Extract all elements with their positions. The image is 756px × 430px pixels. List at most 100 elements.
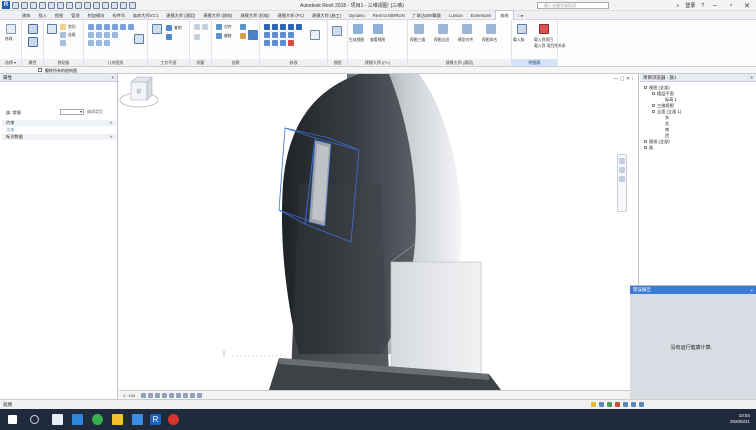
ribbon-tab[interactable]: 修改 bbox=[495, 10, 514, 20]
ribbon-tab[interactable]: 族库大师V3.1 bbox=[129, 11, 162, 20]
message-panel-close-icon[interactable]: × bbox=[750, 288, 753, 293]
user-login[interactable]: 登录 bbox=[685, 2, 695, 9]
select-links-icon[interactable] bbox=[607, 402, 612, 407]
view-icon[interactable] bbox=[332, 26, 342, 36]
props-row-host[interactable]: 主体 bbox=[2, 127, 116, 133]
expand-toggle-icon[interactable] bbox=[652, 104, 655, 108]
options-checkbox[interactable] bbox=[38, 68, 42, 72]
ribbon-tab[interactable]: 建模大师 (通用) bbox=[162, 11, 199, 20]
array-icon[interactable] bbox=[288, 32, 294, 38]
steering-wheel-icon[interactable] bbox=[619, 158, 625, 164]
props-row-constraints[interactable]: 约束 » bbox=[2, 120, 116, 126]
open-icon[interactable] bbox=[12, 1, 19, 9]
sun-path-icon[interactable] bbox=[155, 392, 161, 398]
attach-icon[interactable] bbox=[96, 32, 102, 38]
ribbon-tab[interactable]: 建模大师 (建筑) bbox=[199, 11, 236, 20]
lock-3d-icon[interactable] bbox=[183, 392, 189, 398]
unpin-icon[interactable] bbox=[272, 40, 278, 46]
expand-toggle-icon[interactable] bbox=[652, 92, 655, 96]
view-3d-icon[interactable] bbox=[414, 24, 424, 34]
ribbon-tab[interactable]: Lumion bbox=[445, 11, 467, 20]
properties-close-icon[interactable]: × bbox=[111, 75, 114, 80]
task-view-icon[interactable] bbox=[52, 414, 63, 425]
show-workplane-icon[interactable] bbox=[166, 25, 172, 31]
props-row-toggle[interactable]: » bbox=[110, 120, 112, 126]
browser-tree-item[interactable]: 立面 (立面 1) bbox=[652, 109, 681, 114]
ribbon-tab[interactable]: Extensions bbox=[467, 11, 495, 20]
align-icon[interactable] bbox=[264, 24, 270, 30]
dimension-icon[interactable] bbox=[202, 24, 208, 30]
ribbon-tab[interactable]: Revit to BIMRUN bbox=[369, 11, 409, 20]
cut-icon[interactable] bbox=[60, 24, 66, 30]
minimize-button[interactable]: – bbox=[710, 2, 720, 9]
3d-view-icon[interactable] bbox=[84, 1, 91, 9]
angle-icon[interactable] bbox=[194, 34, 200, 40]
view-scale[interactable]: 1 : 100 bbox=[123, 393, 135, 398]
ribbon-tab[interactable]: □ ▸ bbox=[514, 11, 528, 20]
close-button[interactable]: ✕ bbox=[742, 2, 752, 10]
modify-tool-icon[interactable] bbox=[6, 24, 16, 34]
model-align-icon[interactable] bbox=[462, 24, 472, 34]
print-icon[interactable] bbox=[48, 1, 55, 9]
support-front[interactable] bbox=[291, 184, 389, 374]
demolish-icon[interactable] bbox=[88, 32, 94, 38]
props-row-toggle[interactable]: » bbox=[110, 134, 112, 140]
browser-tree-item[interactable]: 视图 (全部) bbox=[644, 85, 670, 90]
viewcube-icon[interactable]: 前 bbox=[119, 74, 159, 110]
browser-tree-item[interactable]: 北 bbox=[660, 121, 669, 126]
wall-joins-icon[interactable] bbox=[128, 24, 134, 30]
viewport-controls[interactable]: — ▢ ✕ ↓ bbox=[613, 76, 634, 82]
shadows-icon[interactable] bbox=[162, 392, 168, 398]
create-similar-icon[interactable] bbox=[310, 30, 320, 40]
copy-element-icon[interactable] bbox=[264, 32, 270, 38]
expand-toggle-icon[interactable] bbox=[652, 110, 655, 114]
browser-tree-item[interactable]: 西 bbox=[660, 133, 669, 138]
join-geometry-icon[interactable] bbox=[104, 24, 110, 30]
browser-tree-item[interactable]: 族 bbox=[644, 145, 653, 150]
detail-level-icon[interactable] bbox=[141, 392, 147, 398]
scale-icon[interactable] bbox=[264, 40, 270, 46]
explorer-app-icon[interactable] bbox=[112, 414, 123, 425]
rotate-element-icon[interactable] bbox=[272, 32, 278, 38]
visual-style-icon[interactable] bbox=[148, 392, 154, 398]
select-by-face-icon[interactable] bbox=[623, 402, 628, 407]
expand-toggle-icon[interactable] bbox=[644, 146, 647, 150]
view-filter-icon[interactable] bbox=[438, 24, 448, 34]
ribbon-tab[interactable]: 视图 bbox=[51, 11, 67, 20]
trim-icon[interactable] bbox=[96, 40, 102, 46]
offset-icon[interactable] bbox=[272, 24, 278, 30]
redo-icon[interactable] bbox=[39, 1, 46, 9]
section-icon[interactable] bbox=[93, 1, 100, 9]
cut-geometry-icon[interactable] bbox=[96, 24, 102, 30]
chrome-app-icon[interactable] bbox=[92, 414, 103, 425]
thin-lines-icon[interactable] bbox=[102, 1, 109, 9]
show-crop-icon[interactable] bbox=[176, 392, 182, 398]
pin-icon[interactable] bbox=[280, 40, 286, 46]
ribbon-tab[interactable]: 管理 bbox=[67, 11, 83, 20]
worksets-icon[interactable] bbox=[591, 402, 596, 407]
group-icon[interactable] bbox=[216, 24, 222, 30]
paste-icon[interactable] bbox=[47, 24, 57, 34]
move-icon[interactable] bbox=[216, 33, 222, 39]
split-face-icon[interactable] bbox=[112, 24, 118, 30]
offset-icon[interactable] bbox=[104, 40, 110, 46]
3d-viewport[interactable]: — ▢ ✕ ↓ 前 bbox=[119, 74, 639, 390]
family-type-dropdown[interactable]: ▾ bbox=[60, 109, 84, 115]
pick-new-icon[interactable] bbox=[112, 32, 118, 38]
ribbon-tab[interactable]: 建模大师 (机电) bbox=[236, 11, 273, 20]
ribbon-tab[interactable]: 构件坞 bbox=[108, 11, 129, 20]
customize-qat-icon[interactable] bbox=[129, 1, 136, 9]
maximize-button[interactable]: ▫ bbox=[726, 2, 736, 9]
ribbon-tab[interactable]: 附加模块 bbox=[84, 11, 109, 20]
delete-icon[interactable] bbox=[288, 40, 294, 46]
mirror-icon[interactable] bbox=[240, 33, 246, 39]
revit-taskbar-icon[interactable]: R bbox=[150, 414, 161, 425]
ref-plane-icon[interactable] bbox=[166, 34, 172, 40]
measure-icon[interactable] bbox=[57, 1, 64, 9]
copy-icon[interactable] bbox=[60, 32, 66, 38]
set-workplane-icon[interactable] bbox=[152, 24, 162, 34]
browser-tree-item[interactable]: 三维视图 bbox=[652, 103, 674, 108]
ribbon-tab[interactable]: Dynamo bbox=[345, 11, 369, 20]
search-taskbar-icon[interactable] bbox=[30, 415, 39, 424]
ribbon-tab[interactable]: 广联达BIM算量 bbox=[409, 11, 445, 20]
